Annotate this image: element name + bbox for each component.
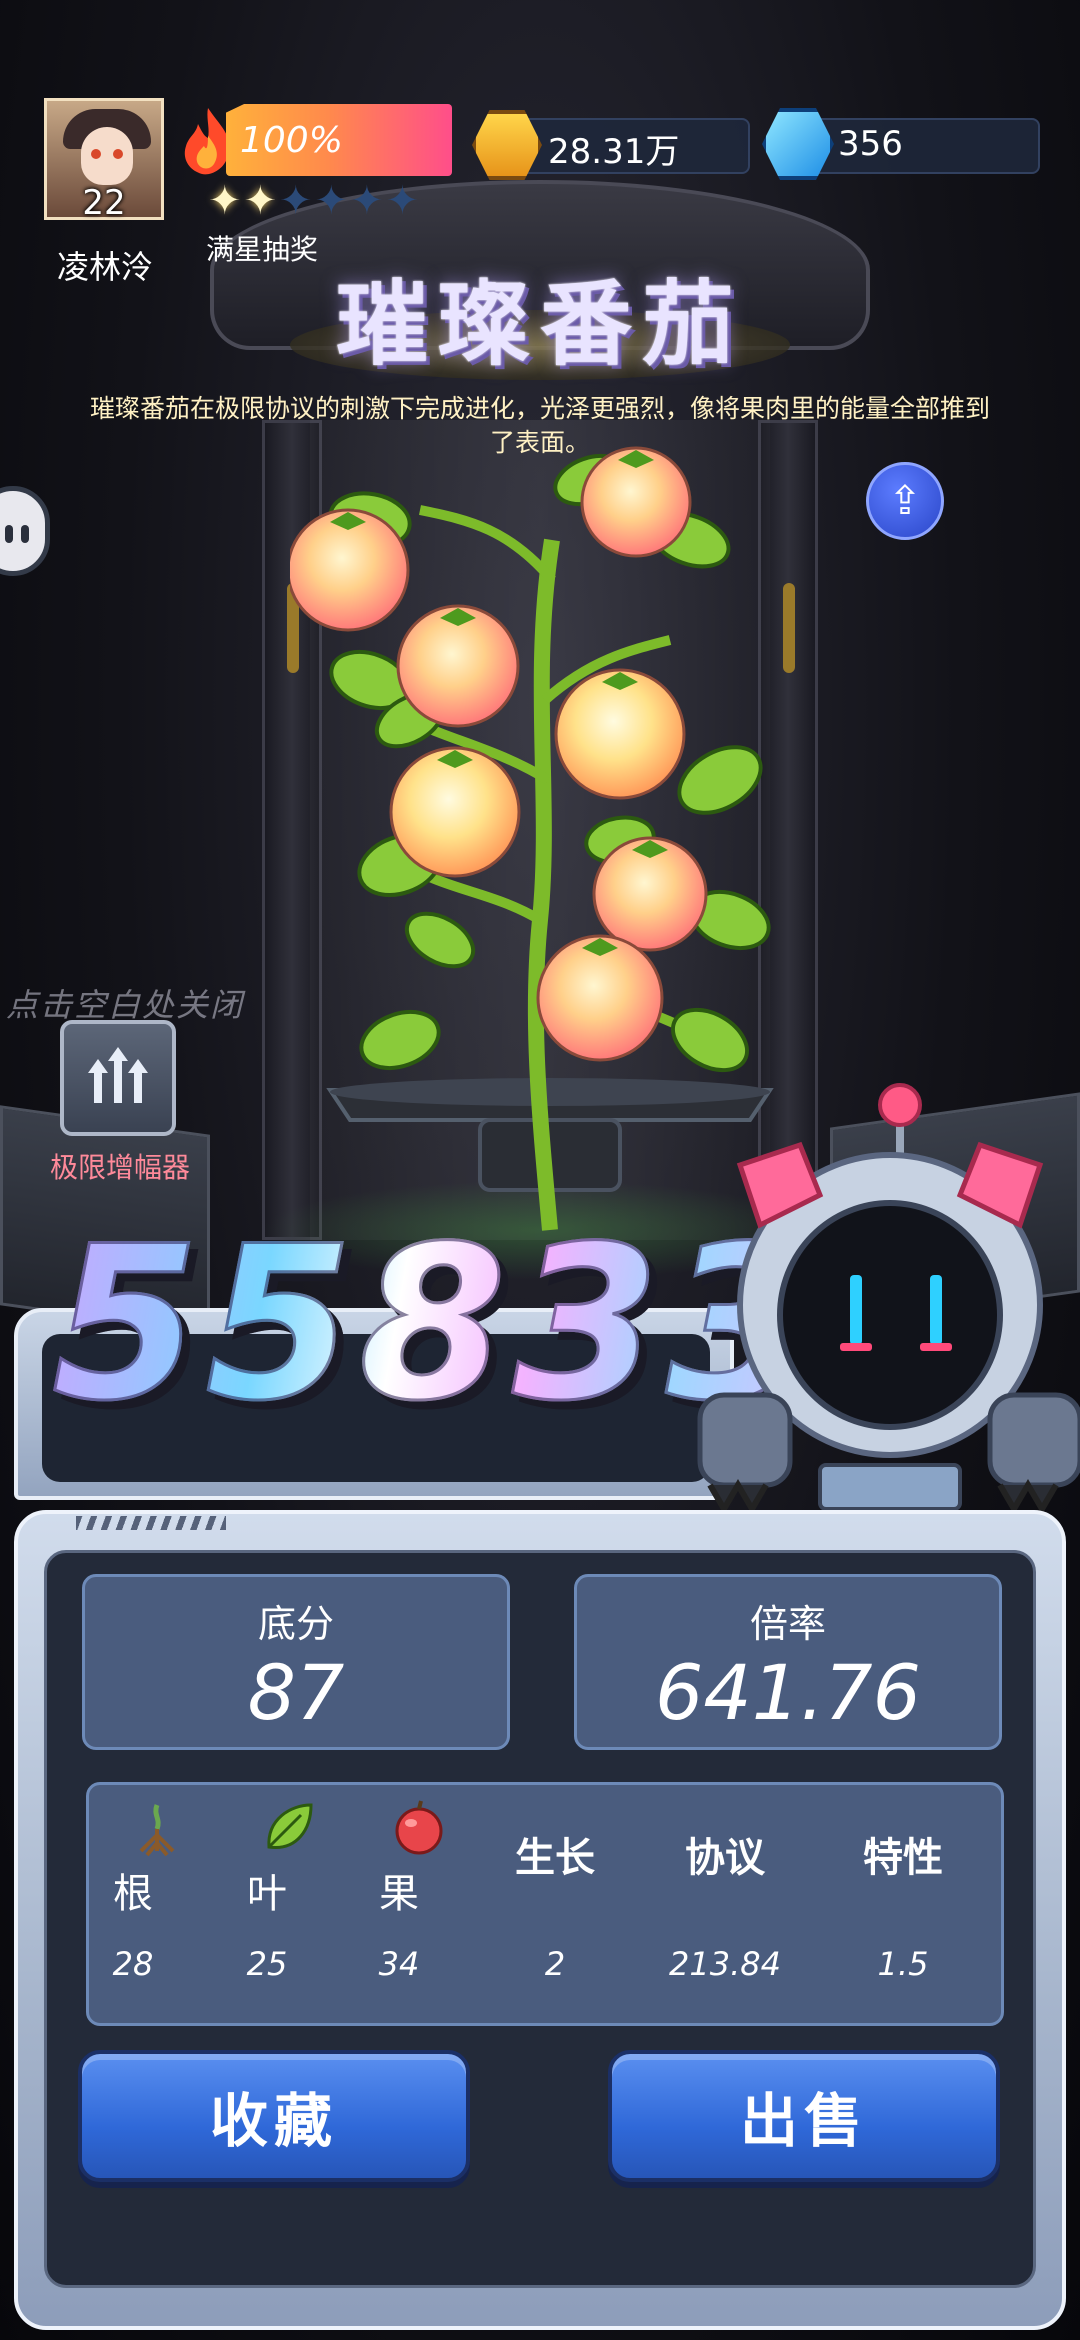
share-icon: ⇪ — [888, 478, 922, 524]
multiplier-box: 倍率 641.76 — [574, 1574, 1002, 1750]
attr-value: 28 — [112, 1945, 154, 1983]
amplifier-button[interactable] — [60, 1020, 176, 1136]
attr-fruit: 果 34 — [339, 1861, 459, 1983]
player-level: 22 — [82, 183, 126, 223]
attr-value: 34 — [378, 1945, 420, 1983]
base-score-value: 87 — [247, 1648, 345, 1737]
attr-label: 特性 — [863, 1835, 943, 1881]
attr-label: 协议 — [685, 1835, 765, 1881]
attr-label: 果 — [379, 1871, 419, 1917]
star-progress: ✦✦✦✦✦✦ — [208, 178, 421, 224]
star-empty-icon: ✦ — [350, 178, 386, 224]
star-empty-icon: ✦ — [279, 178, 315, 224]
gold-amount: 28.31万 — [548, 132, 680, 172]
leaf-icon — [267, 1803, 313, 1849]
triple-arrow-up-icon — [88, 1047, 148, 1103]
attr-label: 生长 — [515, 1835, 595, 1881]
sell-button[interactable]: 出售 — [608, 2050, 1000, 2182]
frame-stripes — [76, 1516, 226, 1530]
multiplier-value: 641.76 — [655, 1648, 921, 1737]
robot-mascot — [697, 1083, 1080, 1515]
attr-root: 根 28 — [73, 1861, 193, 1983]
item-title: 璀璨番茄 — [335, 271, 744, 378]
fruit-icon — [395, 1800, 443, 1855]
base-score-box: 底分 87 — [82, 1574, 510, 1750]
attr-growth: 生长 2 — [495, 1825, 615, 1983]
attr-value: 25 — [246, 1945, 288, 1983]
attr-leaf: 叶 25 — [207, 1861, 327, 1983]
star-icon: ✦ — [243, 178, 280, 224]
multiplier-label: 倍率 — [749, 1602, 826, 1646]
star-icon: ✦ — [208, 178, 244, 224]
share-button[interactable]: ⇪ — [866, 462, 944, 540]
side-helper-icon[interactable] — [0, 486, 50, 576]
attr-value: 1.5 — [877, 1945, 929, 1983]
energy-percent: 100% — [240, 120, 343, 161]
attr-value: 2 — [544, 1945, 566, 1983]
attr-trait: 特性 1.5 — [843, 1825, 963, 1983]
gem-amount: 356 — [838, 124, 903, 164]
root-icon — [139, 1804, 175, 1857]
attr-protocol: 协议 213.84 — [665, 1825, 785, 1983]
base-score-label: 底分 — [257, 1602, 334, 1646]
amplifier-label: 极限增幅器 — [49, 1151, 190, 1184]
star-empty-icon: ✦ — [314, 178, 351, 224]
star-empty-icon: ✦ — [385, 178, 422, 224]
attr-value: 213.84 — [669, 1945, 781, 1983]
attr-label: 根 — [113, 1871, 153, 1917]
attribute-panel: 根 28 叶 25 果 34 生长 2 协议 213.84 特性 1.5 — [86, 1782, 1004, 2026]
collect-button[interactable]: 收藏 — [78, 2050, 470, 2182]
attr-label: 叶 — [247, 1871, 287, 1917]
